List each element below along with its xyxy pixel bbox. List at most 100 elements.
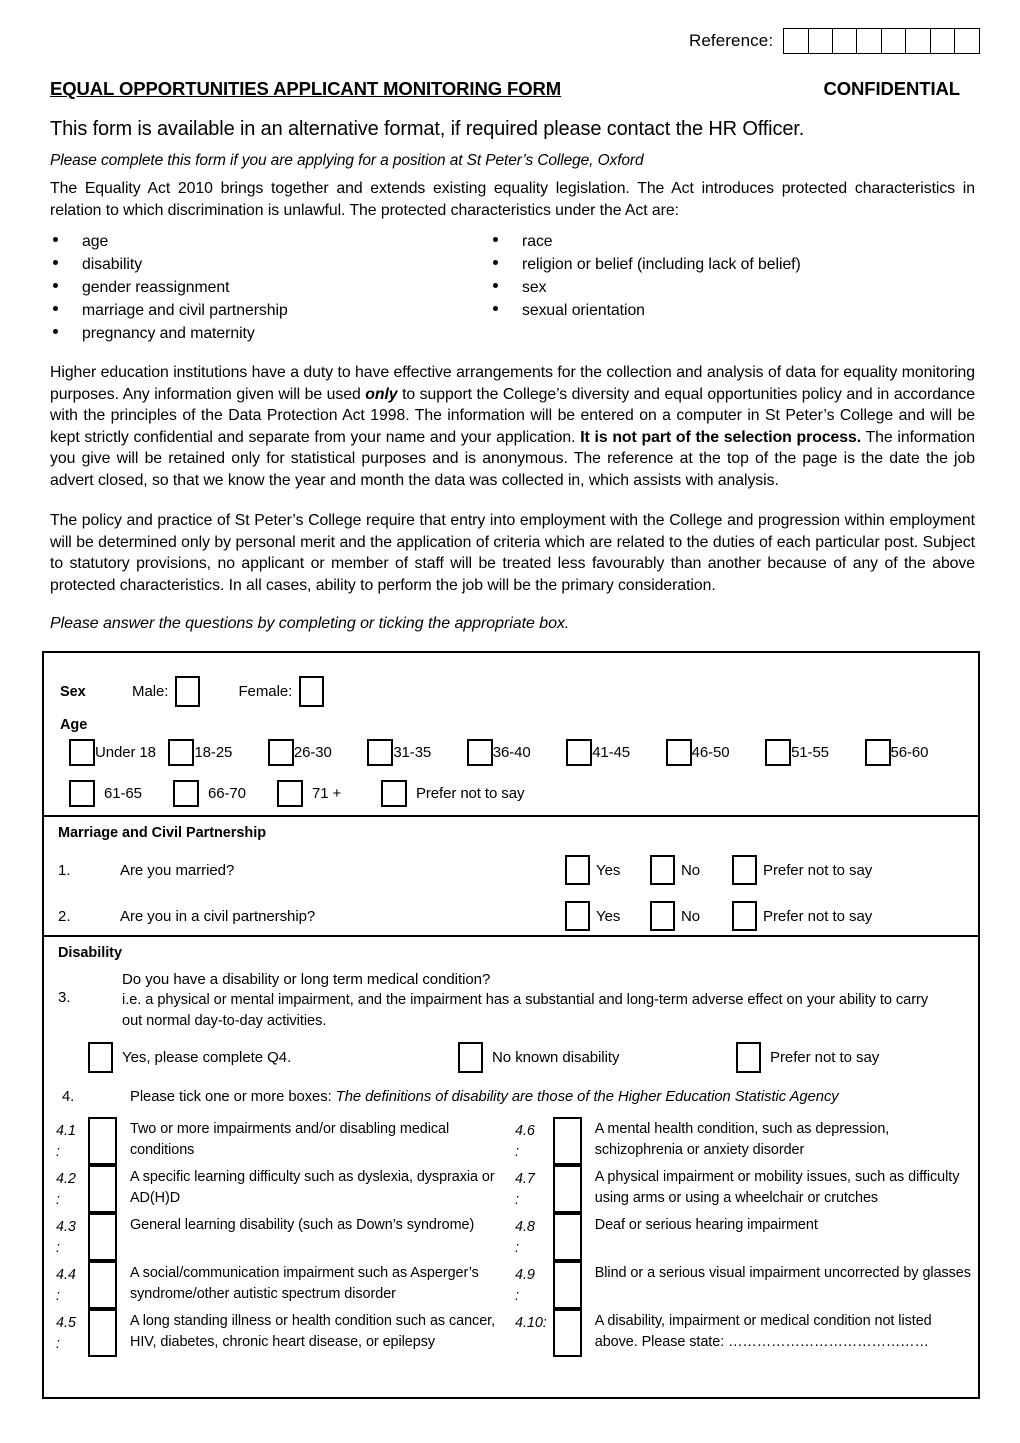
yes-checkbox[interactable] [565,855,590,885]
disability-type-option[interactable]: 4.5: A long standing illness or health co… [56,1309,515,1357]
disability-type-option[interactable]: 4.9: Blind or a serious visual impairment… [515,1261,974,1309]
age-checkbox[interactable] [277,780,303,807]
reference-char-box[interactable] [880,28,907,54]
sex-option-female[interactable]: Female: [238,676,325,707]
age-option[interactable]: 18-25 [168,739,267,766]
reference-char-box[interactable] [783,28,810,54]
reference-char-box[interactable] [954,28,980,54]
age-checkbox[interactable] [665,739,692,766]
prefer-not-to-say-checkbox[interactable] [732,901,757,931]
age-checkbox[interactable] [69,780,95,807]
reference-boxes[interactable] [783,28,980,54]
female-checkbox[interactable] [299,676,325,707]
checkbox-wrapper [552,1213,595,1261]
age-option-label: 26-30 [293,744,332,761]
age-checkbox[interactable] [367,739,394,766]
option-yes[interactable]: Yes [565,855,650,885]
prefer-not-to-say-checkbox[interactable] [736,1042,761,1073]
male-checkbox[interactable] [175,676,201,707]
age-option[interactable]: 36-40 [466,739,566,766]
option-no-known-disability[interactable]: No known disability [458,1042,736,1073]
disability-type-checkbox[interactable] [88,1117,117,1165]
age-checkbox[interactable] [381,780,407,807]
age-option[interactable]: 56-60 [864,739,964,766]
option-prefer-not-to-say[interactable]: Prefer not to say [736,1042,879,1073]
age-option[interactable]: 61-65 [69,780,173,807]
disability-type-checkbox[interactable] [88,1213,117,1261]
age-option[interactable]: 31-35 [367,739,466,766]
option-prefer-not-to-say[interactable]: Prefer not to say [732,855,872,885]
age-option[interactable]: 66-70 [173,780,277,807]
characteristic-label: disability [82,256,143,273]
question-4-column-right: 4.6: A mental health condition, such as d… [515,1117,974,1357]
reference-char-box[interactable] [807,28,834,54]
reference-char-box[interactable] [929,28,956,54]
bullet-dot-icon [493,283,498,288]
age-checkbox[interactable] [267,739,294,766]
age-checkbox[interactable] [173,780,199,807]
option-no[interactable]: No [650,855,732,885]
disability-type-option[interactable]: 4.3: General learning disability (such as… [56,1213,515,1261]
age-option[interactable]: Under 18 [69,739,168,766]
reference-char-box[interactable] [856,28,883,54]
age-checkbox[interactable] [765,739,792,766]
bullet-dot-icon [53,306,58,311]
disability-type-checkbox[interactable] [88,1309,117,1357]
reference-char-box[interactable] [831,28,858,54]
disability-type-option[interactable]: 4.1: Two or more impairments and/or disab… [56,1117,515,1165]
reference-label: Reference: [688,31,774,50]
age-option[interactable]: 26-30 [267,739,367,766]
disability-type-checkbox[interactable] [88,1165,117,1213]
prefer-not-to-say-checkbox[interactable] [732,855,757,885]
characteristic-item: marriage and civil partnership [50,302,460,325]
age-checkbox[interactable] [566,739,593,766]
characteristic-label: race [522,233,553,250]
option-no[interactable]: No [650,901,732,931]
disability-type-option[interactable]: 4.7: A physical impairment or mobility is… [515,1165,974,1213]
disability-type-option[interactable]: 4.10: A disability, impairment or medical… [515,1309,974,1357]
age-checkbox[interactable] [168,739,195,766]
age-option[interactable]: 41-45 [566,739,665,766]
disability-type-checkbox[interactable] [552,1213,582,1261]
disability-type-label: Deaf or serious hearing impairment [594,1217,818,1233]
option-yes[interactable]: Yes [565,901,650,931]
sex-heading: Sex [60,683,86,700]
option-prefer-not-to-say[interactable]: Prefer not to say [732,901,872,931]
disability-type-checkbox[interactable] [552,1309,582,1357]
age-checkbox[interactable] [466,739,493,766]
disability-type-option[interactable]: 4.8: Deaf or serious hearing impairment [515,1213,974,1261]
yes-complete-q4-checkbox[interactable] [88,1042,113,1073]
sex-option-male[interactable]: Male: [132,676,201,707]
disability-type-option[interactable]: 4.4: A social/communication impairment su… [56,1261,515,1309]
disability-type-option[interactable]: 4.6: A mental health condition, such as d… [515,1117,974,1165]
option-yes-complete-q4[interactable]: Yes, please complete Q4. [88,1042,458,1073]
monitoring-form-table: Sex Male: Female: Age Under 18 18-25 26-30… [42,651,980,1399]
yes-checkbox[interactable] [565,901,590,931]
bullet-dot-icon [53,329,58,334]
option-number: 4.10: [515,1315,547,1331]
age-option[interactable]: 51-55 [765,739,864,766]
disability-type-checkbox[interactable] [88,1261,117,1309]
no-checkbox[interactable] [650,855,675,885]
disability-type-checkbox[interactable] [552,1117,582,1165]
disability-type-checkbox[interactable] [552,1165,582,1213]
age-checkbox[interactable] [864,739,891,766]
age-checkbox[interactable] [69,739,95,766]
age-option[interactable]: Prefer not to say [381,780,581,807]
reference-char-box[interactable] [905,28,932,54]
age-option[interactable]: 46-50 [665,739,765,766]
bullet-dot-icon [53,283,58,288]
no-checkbox[interactable] [650,901,675,931]
disability-heading: Disability [58,945,122,961]
yes-label: Yes [596,861,621,879]
no-known-disability-checkbox[interactable] [458,1042,483,1073]
yes-label: Yes [596,907,621,925]
disability-type-label: A specific learning difficulty such as d… [130,1169,495,1206]
checkbox-wrapper [88,1213,130,1261]
disability-type-option[interactable]: 4.2: A specific learning difficulty such … [56,1165,515,1213]
characteristic-item: sexual orientation [490,302,900,325]
age-option-label: 46-50 [691,744,730,761]
characteristic-item: age [50,233,460,256]
age-option[interactable]: 71 + [277,780,381,807]
disability-type-checkbox[interactable] [552,1261,582,1309]
